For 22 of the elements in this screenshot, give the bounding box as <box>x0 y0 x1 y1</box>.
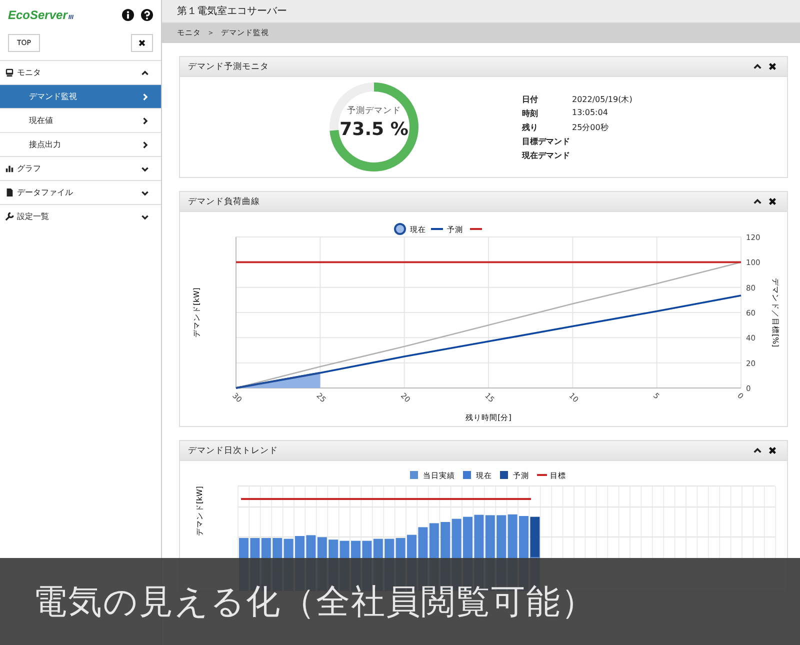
sidebar-label: グラフ <box>17 163 42 174</box>
panel-title: デマンド予測モニタ <box>188 60 270 72</box>
info-label: 時刻 <box>522 108 539 118</box>
info-label: 目標デマンド <box>522 136 571 146</box>
panel-title: デマンド負荷曲線 <box>188 196 261 208</box>
info-value: 25分00秒 <box>572 122 610 132</box>
info-label: 残り <box>522 122 539 132</box>
sidebar-label: データファイル <box>17 187 74 198</box>
sidebar-label: 設定一覧 <box>17 211 50 222</box>
gauge-value: 73.5 % <box>340 119 408 140</box>
sidebar-label: モニタ <box>17 67 42 78</box>
info-label: 日付 <box>522 94 539 104</box>
gauge-label: 予測デマンド <box>347 105 401 117</box>
info-value: 2022/05/19(木) <box>572 94 632 104</box>
caption-text: 電気の見える化（全社員閲覧可能） <box>0 558 800 645</box>
info-value: 13:05:04 <box>572 108 609 118</box>
panel-title: デマンド日次トレンド <box>188 444 279 456</box>
sidebar-label: デマンド監視 <box>29 91 78 102</box>
info-label: 現在デマンド <box>522 150 571 160</box>
page-title: 第１電気室エコサーバー <box>162 0 800 23</box>
sidebar-label: 接点出力 <box>29 139 62 150</box>
sidebar-label: 現在値 <box>29 115 54 126</box>
